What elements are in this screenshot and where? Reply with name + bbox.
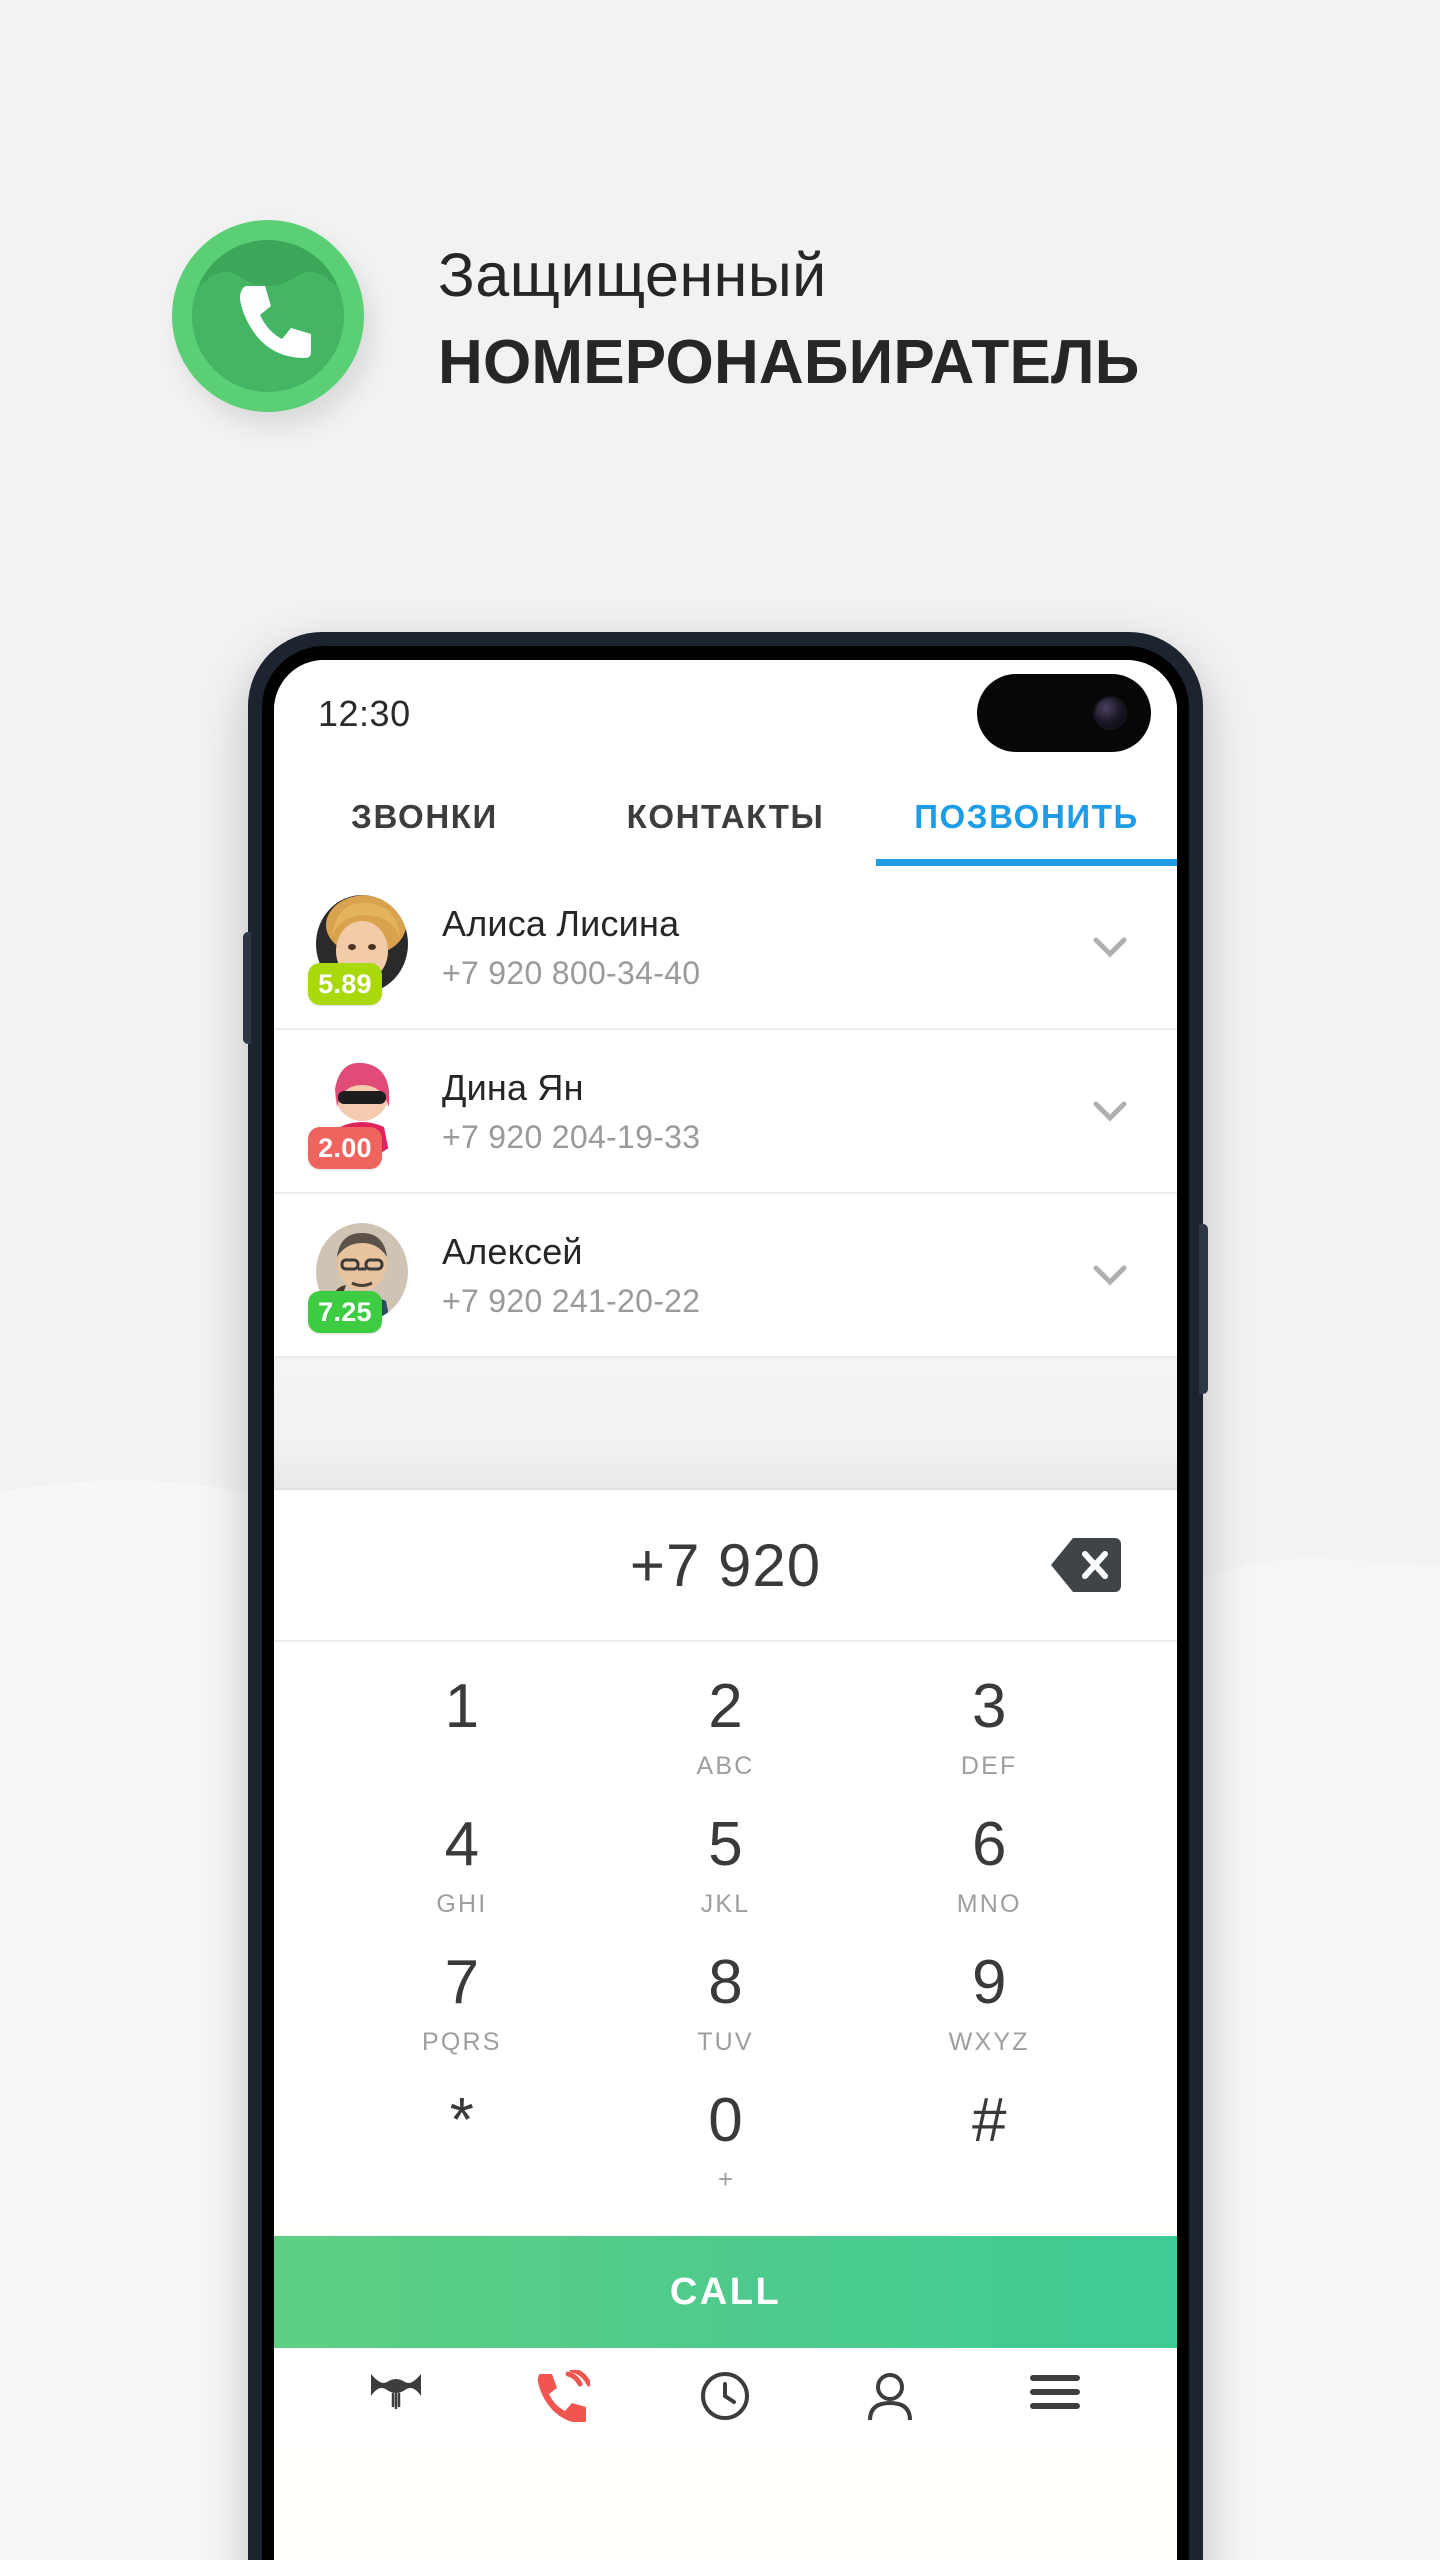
dialpad-row-2: 4 GHI 5 JKL 6 MNO <box>330 1802 1121 1940</box>
dial-key-star[interactable]: * <box>330 2078 594 2216</box>
phone-handset-icon <box>240 286 311 358</box>
dial-key-digit: 4 <box>444 1810 480 1879</box>
status-badge: 5.89 <box>308 963 382 1005</box>
logo-inner-circle <box>192 240 344 392</box>
phone-ringing-icon <box>537 2370 590 2422</box>
dial-key-letters: WXYZ <box>948 2028 1030 2056</box>
chevron-down-icon[interactable] <box>1083 1084 1137 1138</box>
tab-bar: ЗВОНКИ КОНТАКТЫ ПОЗВОНИТЬ <box>274 768 1177 866</box>
phone-device-frame: 12:30 ЗВОНКИ КОНТАКТЫ ПОЗВОНИТЬ 5.89 Али… <box>243 632 1208 2560</box>
dial-key-hash[interactable]: # <box>857 2078 1121 2216</box>
nav-item-history[interactable] <box>643 2348 808 2444</box>
dial-key-letters: ABC <box>696 1752 755 1780</box>
nav-item-calls[interactable] <box>479 2348 644 2444</box>
dialpad-row-1: 1 2 ABC 3 DEF <box>330 1664 1121 1802</box>
phone-screen: 12:30 ЗВОНКИ КОНТАКТЫ ПОЗВОНИТЬ 5.89 Али… <box>274 660 1177 2560</box>
dial-key-1[interactable]: 1 <box>330 1664 594 1802</box>
dial-key-3[interactable]: 3 DEF <box>857 1664 1121 1802</box>
dial-key-digit: 1 <box>444 1672 480 1741</box>
avatar: 7.25 <box>308 1223 408 1333</box>
logo-outer-circle <box>172 220 364 412</box>
dial-key-letters: TUV <box>697 2028 754 2056</box>
table-row[interactable]: 2.00 Дина Ян +7 920 204-19-33 <box>274 1030 1177 1194</box>
avatar: 2.00 <box>308 1059 408 1169</box>
dial-key-digit: * <box>449 2086 474 2155</box>
dial-key-8[interactable]: 8 TUV <box>594 1940 858 2078</box>
contact-info: Дина Ян +7 920 204-19-33 <box>442 1067 700 1156</box>
dialed-number-value: +7 920 <box>629 1531 822 1599</box>
status-clock: 12:30 <box>318 693 411 734</box>
dial-key-7[interactable]: 7 PQRS <box>330 1940 594 2078</box>
contact-list: 5.89 Алиса Лисина +7 920 800-34-40 2.00 … <box>274 866 1177 1358</box>
tab-dial[interactable]: ПОЗВОНИТЬ <box>876 798 1177 836</box>
chevron-down-icon[interactable] <box>1083 920 1137 974</box>
avatar: 5.89 <box>308 895 408 1005</box>
dial-key-2[interactable]: 2 ABC <box>594 1664 858 1802</box>
device-volume-button[interactable] <box>243 932 251 1044</box>
dial-key-digit: 0 <box>708 2086 743 2155</box>
dial-key-digit: 6 <box>971 1810 1007 1879</box>
dial-key-plus: + <box>717 2164 734 2194</box>
dial-key-letters: GHI <box>436 1890 488 1918</box>
device-bezel: 12:30 ЗВОНКИ КОНТАКТЫ ПОЗВОНИТЬ 5.89 Али… <box>262 646 1189 2560</box>
dialpad: 1 2 ABC 3 DEF 4 GHI 5 JKL 6 MNO 7 PQRS 8… <box>274 1642 1177 2226</box>
status-bar: 12:30 <box>274 660 1177 768</box>
dial-key-digit: # <box>971 2086 1007 2155</box>
app-logo <box>172 220 372 426</box>
contact-name: Дина Ян <box>442 1066 584 1108</box>
front-camera-lens <box>1095 698 1125 728</box>
dial-key-4[interactable]: 4 GHI <box>330 1802 594 1940</box>
tab-active-indicator <box>875 859 1177 866</box>
contact-name: Алексей <box>442 1230 583 1272</box>
contact-name: Алиса Лисина <box>442 902 680 944</box>
tab-contacts[interactable]: КОНТАКТЫ <box>575 798 876 836</box>
table-row[interactable]: 7.25 Алексей +7 920 241-20-22 <box>274 1194 1177 1358</box>
table-row[interactable]: 5.89 Алиса Лисина +7 920 800-34-40 <box>274 866 1177 1030</box>
dial-key-letters: PQRS <box>422 2028 502 2056</box>
dial-key-digit: 8 <box>708 1948 743 2017</box>
cat-face-icon <box>371 2374 422 2410</box>
dial-key-digit: 9 <box>971 1948 1007 2017</box>
header-text-block: Защищенный НОМЕРОНАБИРАТЕЛЬ <box>438 243 1140 397</box>
page-header: Защищенный НОМЕРОНАБИРАТЕЛЬ <box>0 190 1440 450</box>
nav-item-cat[interactable] <box>314 2348 479 2444</box>
history-clock-icon <box>701 2372 750 2420</box>
dial-key-0[interactable]: 0 + <box>594 2078 858 2216</box>
dial-key-letters: MNO <box>956 1890 1022 1918</box>
dial-key-digit: 5 <box>708 1810 743 1879</box>
status-badge: 2.00 <box>308 1127 382 1169</box>
list-empty-space <box>274 1358 1177 1490</box>
dial-key-letters: DEF <box>960 1752 1018 1780</box>
status-badge: 7.25 <box>308 1291 382 1333</box>
person-icon <box>868 2373 913 2420</box>
tab-calls[interactable]: ЗВОНКИ <box>274 798 575 836</box>
device-power-button[interactable] <box>1199 1224 1208 1394</box>
chevron-down-icon[interactable] <box>1083 1248 1137 1302</box>
dial-key-digit: 3 <box>971 1672 1007 1741</box>
dial-key-6[interactable]: 6 MNO <box>857 1802 1121 1940</box>
dialed-number-field[interactable]: +7 920 <box>274 1490 1177 1642</box>
page-title-light: Защищенный <box>438 240 827 309</box>
dialpad-row-3: 7 PQRS 8 TUV 9 WXYZ <box>330 1940 1121 2078</box>
dial-key-digit: 7 <box>444 1948 480 2017</box>
call-button[interactable]: CALL <box>274 2236 1177 2348</box>
nav-item-menu[interactable] <box>972 2348 1137 2444</box>
contact-phone: +7 920 204-19-33 <box>442 1118 701 1155</box>
dial-key-5[interactable]: 5 JKL <box>594 1802 858 1940</box>
page-title-bold: НОМЕРОНАБИРАТЕЛЬ <box>438 327 1140 397</box>
dial-key-letters: JKL <box>700 1890 751 1918</box>
dial-key-digit: 2 <box>708 1672 743 1741</box>
dial-key-9[interactable]: 9 WXYZ <box>857 1940 1121 2078</box>
bottom-navigation-bar <box>274 2348 1177 2444</box>
contact-info: Алиса Лисина +7 920 800-34-40 <box>442 903 700 992</box>
nav-item-profile[interactable] <box>808 2348 973 2444</box>
contact-phone: +7 920 800-34-40 <box>442 954 701 991</box>
backspace-icon[interactable] <box>1049 1534 1121 1596</box>
contact-phone: +7 920 241-20-22 <box>442 1282 701 1319</box>
dialpad-row-4: * 0 + # <box>330 2078 1121 2216</box>
contact-info: Алексей +7 920 241-20-22 <box>442 1231 700 1320</box>
menu-hamburger-icon <box>1029 2375 1080 2409</box>
